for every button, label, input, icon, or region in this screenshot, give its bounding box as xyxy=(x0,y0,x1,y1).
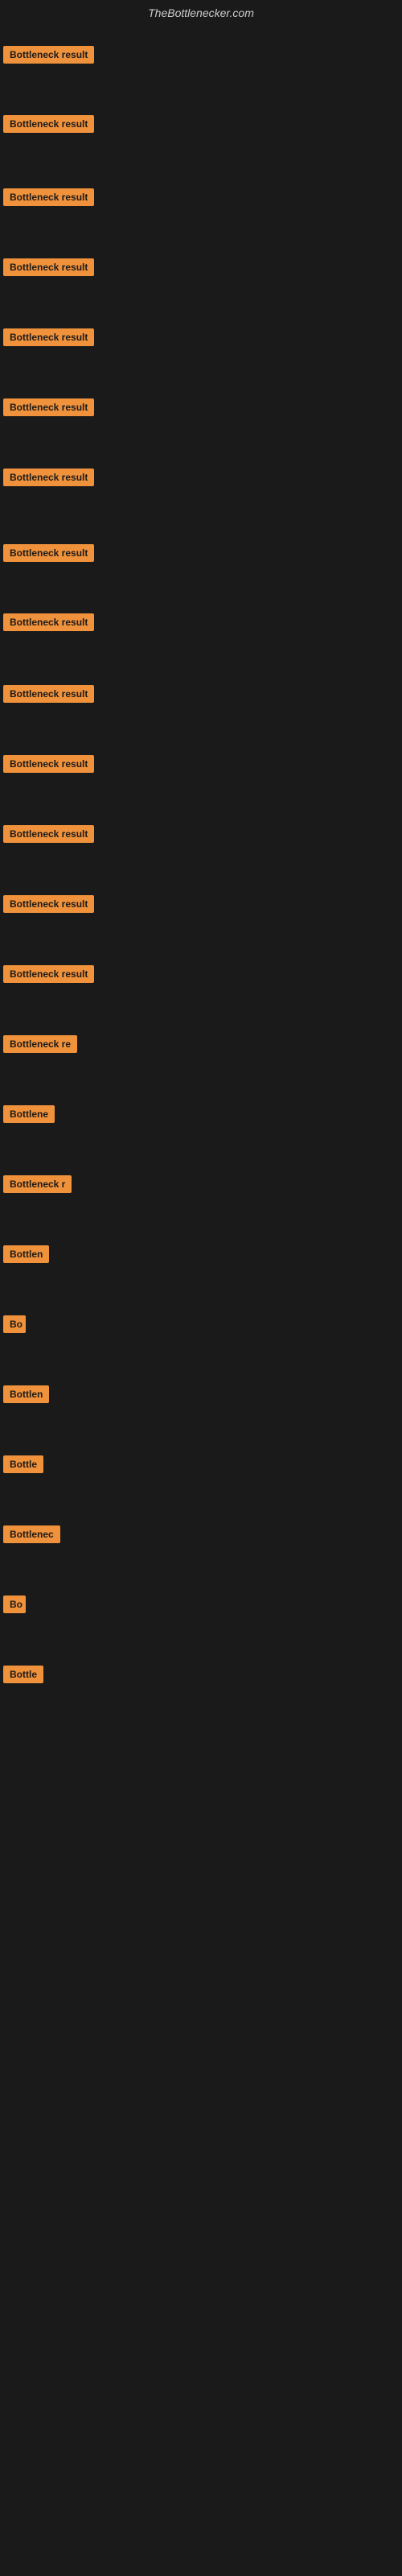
bottleneck-item: Bottleneck result xyxy=(0,398,94,420)
bottleneck-badge[interactable]: Bottleneck result xyxy=(3,544,94,562)
bottleneck-item: Bottleneck result xyxy=(0,46,94,68)
bottleneck-item: Bottleneck result xyxy=(0,115,94,137)
bottleneck-badge[interactable]: Bottleneck result xyxy=(3,469,94,486)
bottleneck-badge[interactable]: Bottleneck result xyxy=(3,188,94,206)
bottleneck-badge[interactable]: Bottleneck result xyxy=(3,825,94,843)
bottleneck-item: Bottleneck result xyxy=(0,895,94,917)
bottleneck-badge[interactable]: Bottleneck result xyxy=(3,328,94,346)
bottleneck-badge[interactable]: Bottleneck result xyxy=(3,755,94,773)
bottleneck-item: Bottleneck result xyxy=(0,685,94,707)
bottleneck-badge[interactable]: Bottleneck result xyxy=(3,258,94,276)
bottleneck-item: Bottleneck result xyxy=(0,258,94,280)
bottleneck-item: Bottleneck result xyxy=(0,825,94,847)
bottleneck-item: Bottlene xyxy=(0,1105,55,1127)
bottleneck-badge[interactable]: Bottlen xyxy=(3,1385,49,1403)
bottleneck-item: Bottleneck result xyxy=(0,613,94,635)
bottleneck-badge[interactable]: Bottlene xyxy=(3,1105,55,1123)
bottleneck-badge[interactable]: Bottleneck result xyxy=(3,965,94,983)
bottleneck-item: Bottleneck result xyxy=(0,544,94,566)
bottleneck-badge[interactable]: Bottlen xyxy=(3,1245,49,1263)
bottleneck-item: Bottleneck result xyxy=(0,965,94,987)
bottleneck-item: Bottleneck re xyxy=(0,1035,77,1057)
bottleneck-item: Bottleneck r xyxy=(0,1175,72,1197)
bottleneck-badge[interactable]: Bo xyxy=(3,1315,26,1333)
bottleneck-item: Bottleneck result xyxy=(0,328,94,350)
bottleneck-badge[interactable]: Bottleneck r xyxy=(3,1175,72,1193)
bottleneck-badge[interactable]: Bottleneck result xyxy=(3,685,94,703)
bottleneck-item: Bo xyxy=(0,1315,26,1337)
bottleneck-item: Bottle xyxy=(0,1455,43,1477)
bottleneck-badge[interactable]: Bottleneck result xyxy=(3,613,94,631)
bottleneck-badge[interactable]: Bottleneck result xyxy=(3,115,94,133)
bottleneck-badge[interactable]: Bottleneck result xyxy=(3,46,94,64)
bottleneck-item: Bottleneck result xyxy=(0,755,94,777)
bottleneck-badge[interactable]: Bottle xyxy=(3,1455,43,1473)
bottleneck-item: Bottlenec xyxy=(0,1525,60,1547)
bottleneck-item: Bottlen xyxy=(0,1385,49,1407)
bottleneck-badge[interactable]: Bottleneck result xyxy=(3,398,94,416)
bottleneck-item: Bo xyxy=(0,1596,26,1617)
bottleneck-item: Bottle xyxy=(0,1666,43,1687)
bottleneck-item: Bottleneck result xyxy=(0,188,94,210)
bottleneck-badge[interactable]: Bo xyxy=(3,1596,26,1613)
bottleneck-badge[interactable]: Bottleneck re xyxy=(3,1035,77,1053)
bottleneck-item: Bottleneck result xyxy=(0,469,94,490)
page-wrapper: TheBottlenecker.com Bottleneck result Bot… xyxy=(0,0,402,2576)
site-title: TheBottlenecker.com xyxy=(0,0,402,26)
bottleneck-badge[interactable]: Bottlenec xyxy=(3,1525,60,1543)
bottleneck-badge[interactable]: Bottle xyxy=(3,1666,43,1683)
bottleneck-badge[interactable]: Bottleneck result xyxy=(3,895,94,913)
bottleneck-item: Bottlen xyxy=(0,1245,49,1267)
